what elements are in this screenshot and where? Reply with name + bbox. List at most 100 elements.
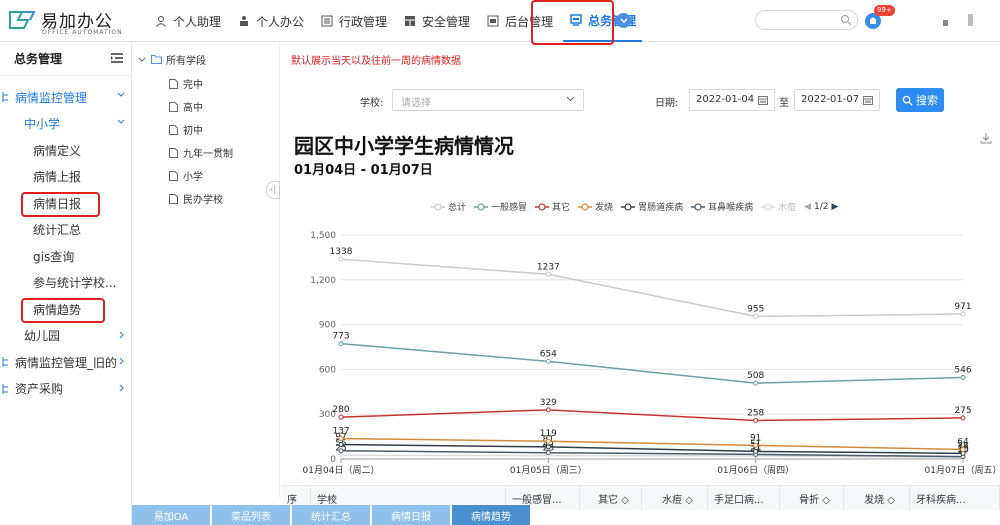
col-fever[interactable]: 发烧 ◇ [844,486,910,510]
legend-item[interactable]: 总计 [431,200,466,213]
x-tick-label: 01月06日（周四） [717,465,794,476]
nav-personal-assistant[interactable]: 个人助理 [148,0,227,42]
data-point [338,442,344,448]
legend-item[interactable]: 水痘 [761,200,796,213]
user-menu[interactable] [968,14,973,26]
sidebar-item-disease-definition[interactable]: 病情定义 [0,137,131,164]
y-tick-label: 900 [319,321,336,331]
tree-item-primary[interactable]: 小学 [169,168,203,183]
sidebar-item-asset-purchase[interactable]: 资产采购 [0,376,131,403]
nav-more-button[interactable] [616,13,631,28]
tree-item-nine-year[interactable]: 九年一贯制 [169,145,233,160]
tab-statistics[interactable]: 统计汇总 [292,505,370,525]
legend-marker-icon [691,202,706,211]
chevron-right-icon [119,357,124,365]
tree-item-junior-high[interactable]: 初中 [169,122,203,137]
col-hfmd[interactable]: 手足口病... [708,486,780,510]
tree-item-complete-middle[interactable]: 完中 [169,76,203,91]
legend-next-icon[interactable]: ▶ [832,202,839,212]
grid-icon [403,14,417,28]
legend-label: 耳鼻喉疾病 [708,203,754,213]
sidebar-item-participating-schools[interactable]: 参与统计学校... [0,270,131,297]
search-icon [841,15,852,26]
sidebar-item-disease-monitor-old[interactable]: 病情监控管理_旧的 [0,349,131,376]
legend-item[interactable]: 其它 [535,200,570,213]
tab-menu-list[interactable]: 菜品列表 [212,505,290,525]
data-point [545,407,551,413]
notification-badge: 99+ [874,5,895,16]
file-icon [169,170,178,181]
sidebar-item-disease-report[interactable]: 病情上报 [0,164,131,191]
sidebar-item-label: 统计汇总 [33,223,82,238]
legend-marker-icon [474,202,489,211]
y-tick-label: 0 [330,455,336,465]
col-chickenpox[interactable]: 水痘 ◇ [642,486,708,510]
data-point [545,444,551,450]
tab-daily-report[interactable]: 病情日报 [372,505,450,525]
data-point [960,311,966,317]
x-tick-label: 01月05日（周三） [510,465,587,476]
data-point [960,446,966,452]
date-from-input[interactable]: 2022-01-04 [689,89,775,111]
legend-label: 其它 [552,203,571,213]
logo-subtitle: OFFICE AUTOMATION [42,29,123,36]
school-type-tree: 所有学段 完中 高中 初中 九年一贯制 小学 民办学校 [133,42,280,497]
legend-item[interactable]: 一般感冒 [474,200,527,213]
col-dental[interactable]: 牙科疾病... [910,486,1000,510]
data-label: 275 [954,406,971,416]
legend-item[interactable]: 胃肠道疾病 [621,200,683,213]
school-select[interactable]: 请选择 [392,89,584,111]
nav-personal-office[interactable]: 个人办公 [231,0,310,42]
tree-root-all[interactable]: 所有学段 [138,52,206,67]
data-point [338,341,344,347]
legend-item[interactable]: 发烧 [578,200,613,213]
tree-collapse-button[interactable]: ‹| [266,181,280,199]
nav-administration[interactable]: 行政管理 [314,0,393,42]
user-icon [154,14,168,28]
col-other[interactable]: 其它 ◇ [580,486,642,510]
highlight-trend-box [21,298,105,323]
file-icon [169,124,178,135]
tab-disease-trend[interactable]: 病情趋势 [452,505,530,525]
data-label: 1338 [330,247,353,257]
calendar-icon [758,96,768,105]
sidebar-item-kindergarten[interactable]: 幼儿园 [0,323,131,350]
data-point [338,414,344,420]
series-line [340,409,964,422]
menu-toggle-icon[interactable] [111,53,123,63]
chevron-right-icon [119,384,124,391]
app-logo[interactable]: 易加办公 OFFICE AUTOMATION [8,4,133,38]
tab-oa[interactable]: 易加OA [132,505,210,525]
user-avatar[interactable] [943,20,948,26]
data-label: 773 [332,332,349,342]
tree-item-high-school[interactable]: 高中 [169,99,203,114]
file-icon [169,147,178,158]
tree-root-label: 所有学段 [166,56,206,67]
global-search-input[interactable] [755,10,858,30]
legend-item[interactable]: 耳鼻喉疾病 [691,200,753,213]
search-button[interactable]: 搜索 [896,88,944,112]
tree-item-label: 高中 [183,103,203,114]
date-to-input[interactable]: 2022-01-07 [794,89,880,111]
data-label: 1237 [537,262,560,272]
sidebar-item-gis-query[interactable]: gis查询 [0,243,131,270]
sidebar-item-primary-secondary[interactable]: 中小学 [0,111,131,138]
nav-safety[interactable]: 安全管理 [397,0,476,42]
data-point [960,374,966,380]
col-fracture[interactable]: 骨折 ◇ [780,486,844,510]
nav-label: 个人办公 [256,14,305,29]
series-line [340,258,964,318]
chart-subtitle: 01月04日 - 01月07日 [294,163,433,178]
sidebar-item-statistics[interactable]: 统计汇总 [0,217,131,244]
highlight-daily-report-box [21,192,100,217]
tree-icon [2,91,12,103]
data-point [338,452,344,458]
sidebar-item-disease-monitor[interactable]: 病情监控管理 [0,84,131,111]
chevron-down-icon [117,92,125,97]
data-point [753,313,759,319]
tree-item-private[interactable]: 民办学校 [169,191,223,206]
download-icon[interactable] [980,132,992,144]
tree-icon [2,356,12,368]
legend-prev-icon[interactable]: ◀ [804,202,811,212]
file-icon [169,193,178,204]
